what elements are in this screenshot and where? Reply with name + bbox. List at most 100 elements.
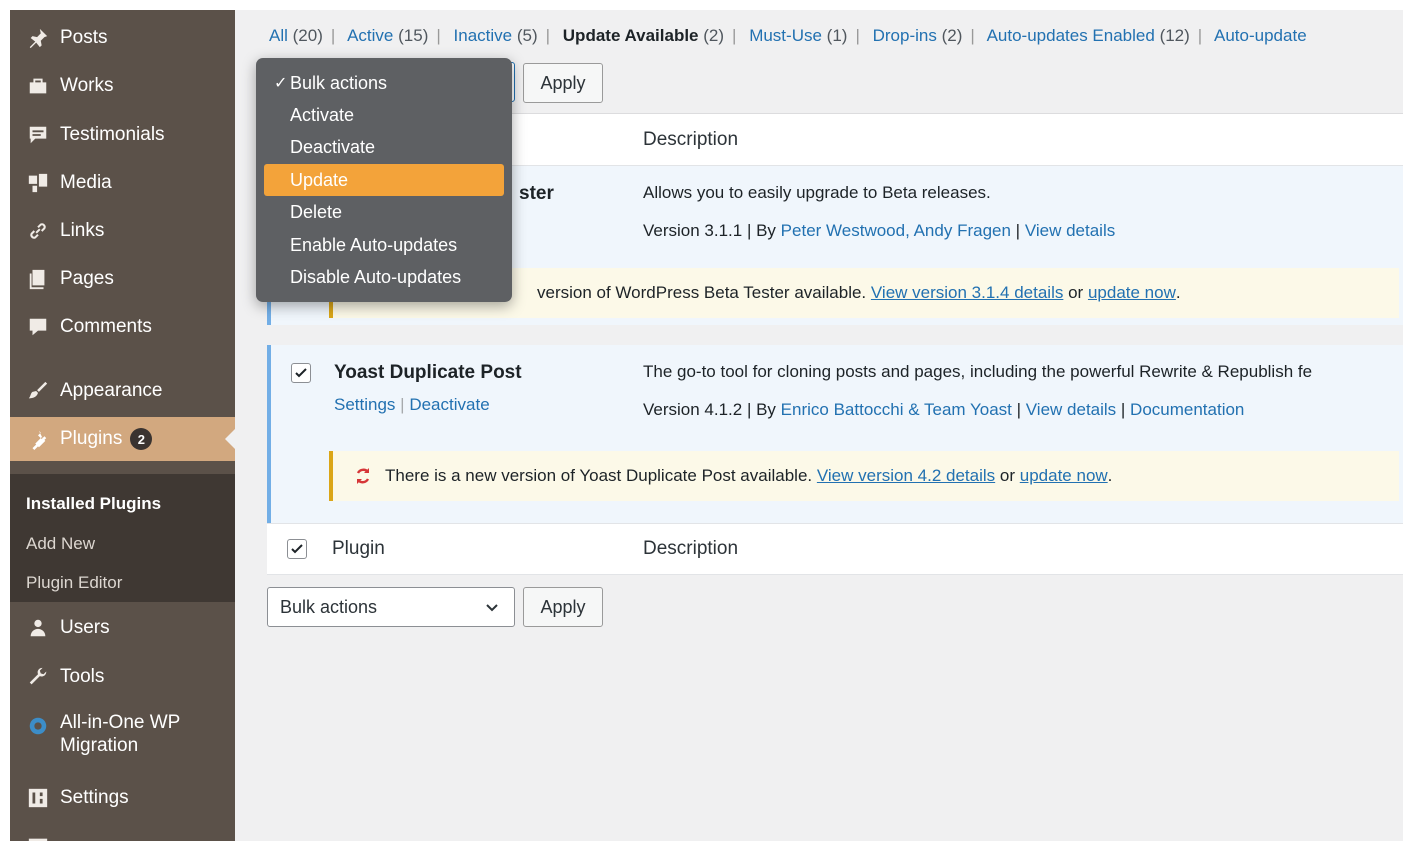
count: (2) xyxy=(703,26,725,45)
apply-button-top[interactable]: Apply xyxy=(523,63,603,103)
option-label: Update xyxy=(290,169,349,190)
update-now-link[interactable]: update now xyxy=(1020,466,1108,486)
notice-period: . xyxy=(1107,466,1113,485)
grid-icon xyxy=(26,834,50,841)
menu-posts[interactable]: Posts xyxy=(10,16,235,60)
column-plugin: Plugin xyxy=(332,538,385,559)
submenu-plugin-editor[interactable]: Plugin Editor xyxy=(26,573,122,593)
option-label: Bulk actions xyxy=(290,72,388,93)
menu-cut-off xyxy=(10,824,235,841)
option-activate[interactable]: Activate xyxy=(264,99,504,131)
table-row: Yoast Duplicate Post Settings | Deactiva… xyxy=(267,345,1403,523)
separator: | xyxy=(1116,400,1131,419)
admin-sidebar: Posts Works Testimonials Media Links Pag… xyxy=(10,10,235,841)
option-bulk-actions[interactable]: ✓ Bulk actions xyxy=(264,67,504,99)
view-details-link[interactable]: View details xyxy=(1026,400,1116,419)
documentation-link[interactable]: Documentation xyxy=(1130,400,1244,419)
notice-period: . xyxy=(1175,283,1181,302)
action-separator: | xyxy=(400,395,405,414)
option-disable-auto-updates[interactable]: Disable Auto-updates xyxy=(264,261,504,293)
view-version-details-link[interactable]: View version 4.2 details xyxy=(817,466,995,486)
deactivate-link[interactable]: Deactivate xyxy=(409,395,489,414)
link-icon xyxy=(26,219,50,243)
menu-links[interactable]: Links xyxy=(10,209,235,253)
menu-label: Appearance xyxy=(60,379,163,401)
filter-inactive[interactable]: Inactive xyxy=(454,26,513,45)
menu-pages[interactable]: Pages xyxy=(10,257,235,301)
menu-label: Works xyxy=(60,74,114,96)
apply-button-bottom[interactable]: Apply xyxy=(523,587,603,627)
menu-comments[interactable]: Comments xyxy=(10,305,235,349)
count: (12) xyxy=(1159,26,1190,45)
update-count-badge: 2 xyxy=(130,428,153,450)
chevron-down-icon xyxy=(484,599,500,620)
filter-active[interactable]: Active xyxy=(347,26,393,45)
testimonial-icon xyxy=(26,123,50,147)
filter-auto-updates-enabled[interactable]: Auto-updates Enabled xyxy=(987,26,1155,45)
menu-media[interactable]: Media xyxy=(10,161,235,205)
menu-label: Settings xyxy=(60,786,129,808)
menu-testimonials[interactable]: Testimonials xyxy=(10,113,235,157)
option-deactivate[interactable]: Deactivate xyxy=(264,131,504,163)
view-details-link[interactable]: View details xyxy=(1025,221,1115,240)
select-all-checkbox[interactable] xyxy=(287,539,307,559)
plugin-description: Allows you to easily upgrade to Beta rel… xyxy=(643,183,991,202)
author-link[interactable]: Enrico Battocchi & Team Yoast xyxy=(781,400,1012,419)
plugin-actions: Settings | Deactivate xyxy=(334,395,490,415)
bulk-actions-dropdown: ✓ Bulk actions Activate Deactivate Updat… xyxy=(256,58,512,302)
menu-label: Links xyxy=(60,219,105,241)
filter-update-available[interactable]: Update Available xyxy=(563,26,699,45)
portfolio-icon xyxy=(26,74,50,98)
menu-works[interactable]: Works xyxy=(10,64,235,108)
submenu-add-new[interactable]: Add New xyxy=(26,534,95,554)
brush-icon xyxy=(26,379,50,403)
filter-all[interactable]: All xyxy=(269,26,288,45)
settings-link[interactable]: Settings xyxy=(334,395,395,414)
menu-plugins[interactable]: Plugins 2 xyxy=(10,417,235,461)
count: (2) xyxy=(941,26,963,45)
menu-label: Testimonials xyxy=(60,123,165,145)
notice-text: There is a new version of Yoast Duplicat… xyxy=(385,466,813,485)
option-label: Deactivate xyxy=(290,136,376,157)
count: (15) xyxy=(398,26,429,45)
menu-tools[interactable]: Tools xyxy=(10,655,235,699)
migration-icon xyxy=(26,714,50,738)
version-text: Version 4.1.2 | By xyxy=(643,400,781,419)
media-icon xyxy=(26,171,50,195)
notice-or: or xyxy=(1068,283,1084,302)
table-footer: Plugin Description xyxy=(267,523,1403,575)
filter-auto-updates-disabled[interactable]: Auto-update xyxy=(1214,26,1307,45)
update-now-link[interactable]: update now xyxy=(1088,283,1176,303)
menu-label: Plugins xyxy=(60,427,123,449)
filter-must-use[interactable]: Must-Use xyxy=(749,26,822,45)
plugin-name: Yoast Duplicate Post xyxy=(334,362,522,383)
pages-icon xyxy=(26,267,50,291)
option-update[interactable]: Update xyxy=(264,164,504,196)
menu-appearance[interactable]: Appearance xyxy=(10,369,235,413)
menu-label: Media xyxy=(60,171,112,193)
select-value: Bulk actions xyxy=(280,596,378,617)
plugin-icon xyxy=(26,427,50,451)
filter-drop-ins[interactable]: Drop-ins xyxy=(873,26,937,45)
submenu-installed-plugins[interactable]: Installed Plugins xyxy=(26,494,161,514)
menu-label: Pages xyxy=(60,267,114,289)
view-version-details-link[interactable]: View version 3.1.4 details xyxy=(871,283,1063,303)
bulk-actions-select-bottom[interactable]: Bulk actions xyxy=(267,587,515,627)
menu-label: Comments xyxy=(60,315,152,337)
author-link[interactable]: Peter Westwood, Andy Fragen xyxy=(781,221,1011,240)
wrench-icon xyxy=(26,665,50,689)
column-description: Description xyxy=(643,538,739,559)
row-checkbox[interactable] xyxy=(291,363,311,383)
plugin-meta: Version 4.1.2 | By Enrico Battocchi & Te… xyxy=(643,400,1244,420)
menu-users[interactable]: Users xyxy=(10,606,235,650)
count: (20) xyxy=(292,26,323,45)
plugin-meta: Version 3.1.1 | By Peter Westwood, Andy … xyxy=(643,221,1115,241)
menu-label: Posts xyxy=(60,26,108,48)
menu-all-in-one-migration[interactable]: All-in-One WP Migration xyxy=(10,712,235,768)
option-enable-auto-updates[interactable]: Enable Auto-updates xyxy=(264,229,504,261)
plugin-status-filters: All (20) | Active (15) | Inactive (5) | Upd… xyxy=(269,26,1307,45)
menu-label: All-in-One WP Migration xyxy=(60,712,181,756)
option-delete[interactable]: Delete xyxy=(264,196,504,228)
menu-settings[interactable]: Settings xyxy=(10,776,235,820)
separator: | xyxy=(1011,400,1026,419)
